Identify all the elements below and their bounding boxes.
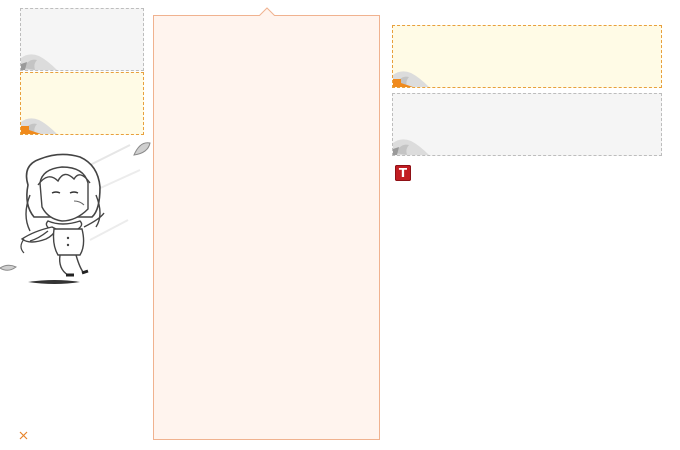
page-curl-icon [393,71,429,87]
skin-picker-page: T [0,0,680,450]
skin-preview-panel [153,15,380,440]
mascot-girl-illustration [0,142,151,284]
skin-swatch-yellow-left[interactable] [20,72,144,135]
skin-swatch-grey-left[interactable] [20,8,144,71]
panel-pointer-arrow [259,7,275,16]
page-curl-icon [393,139,429,155]
page-curl-icon [21,54,57,70]
skin-swatch-grey-right[interactable] [392,93,662,156]
close-icon[interactable] [17,428,31,442]
text-icon[interactable]: T [395,165,411,181]
skin-swatch-yellow-right[interactable] [392,25,662,88]
page-curl-icon [21,118,57,134]
